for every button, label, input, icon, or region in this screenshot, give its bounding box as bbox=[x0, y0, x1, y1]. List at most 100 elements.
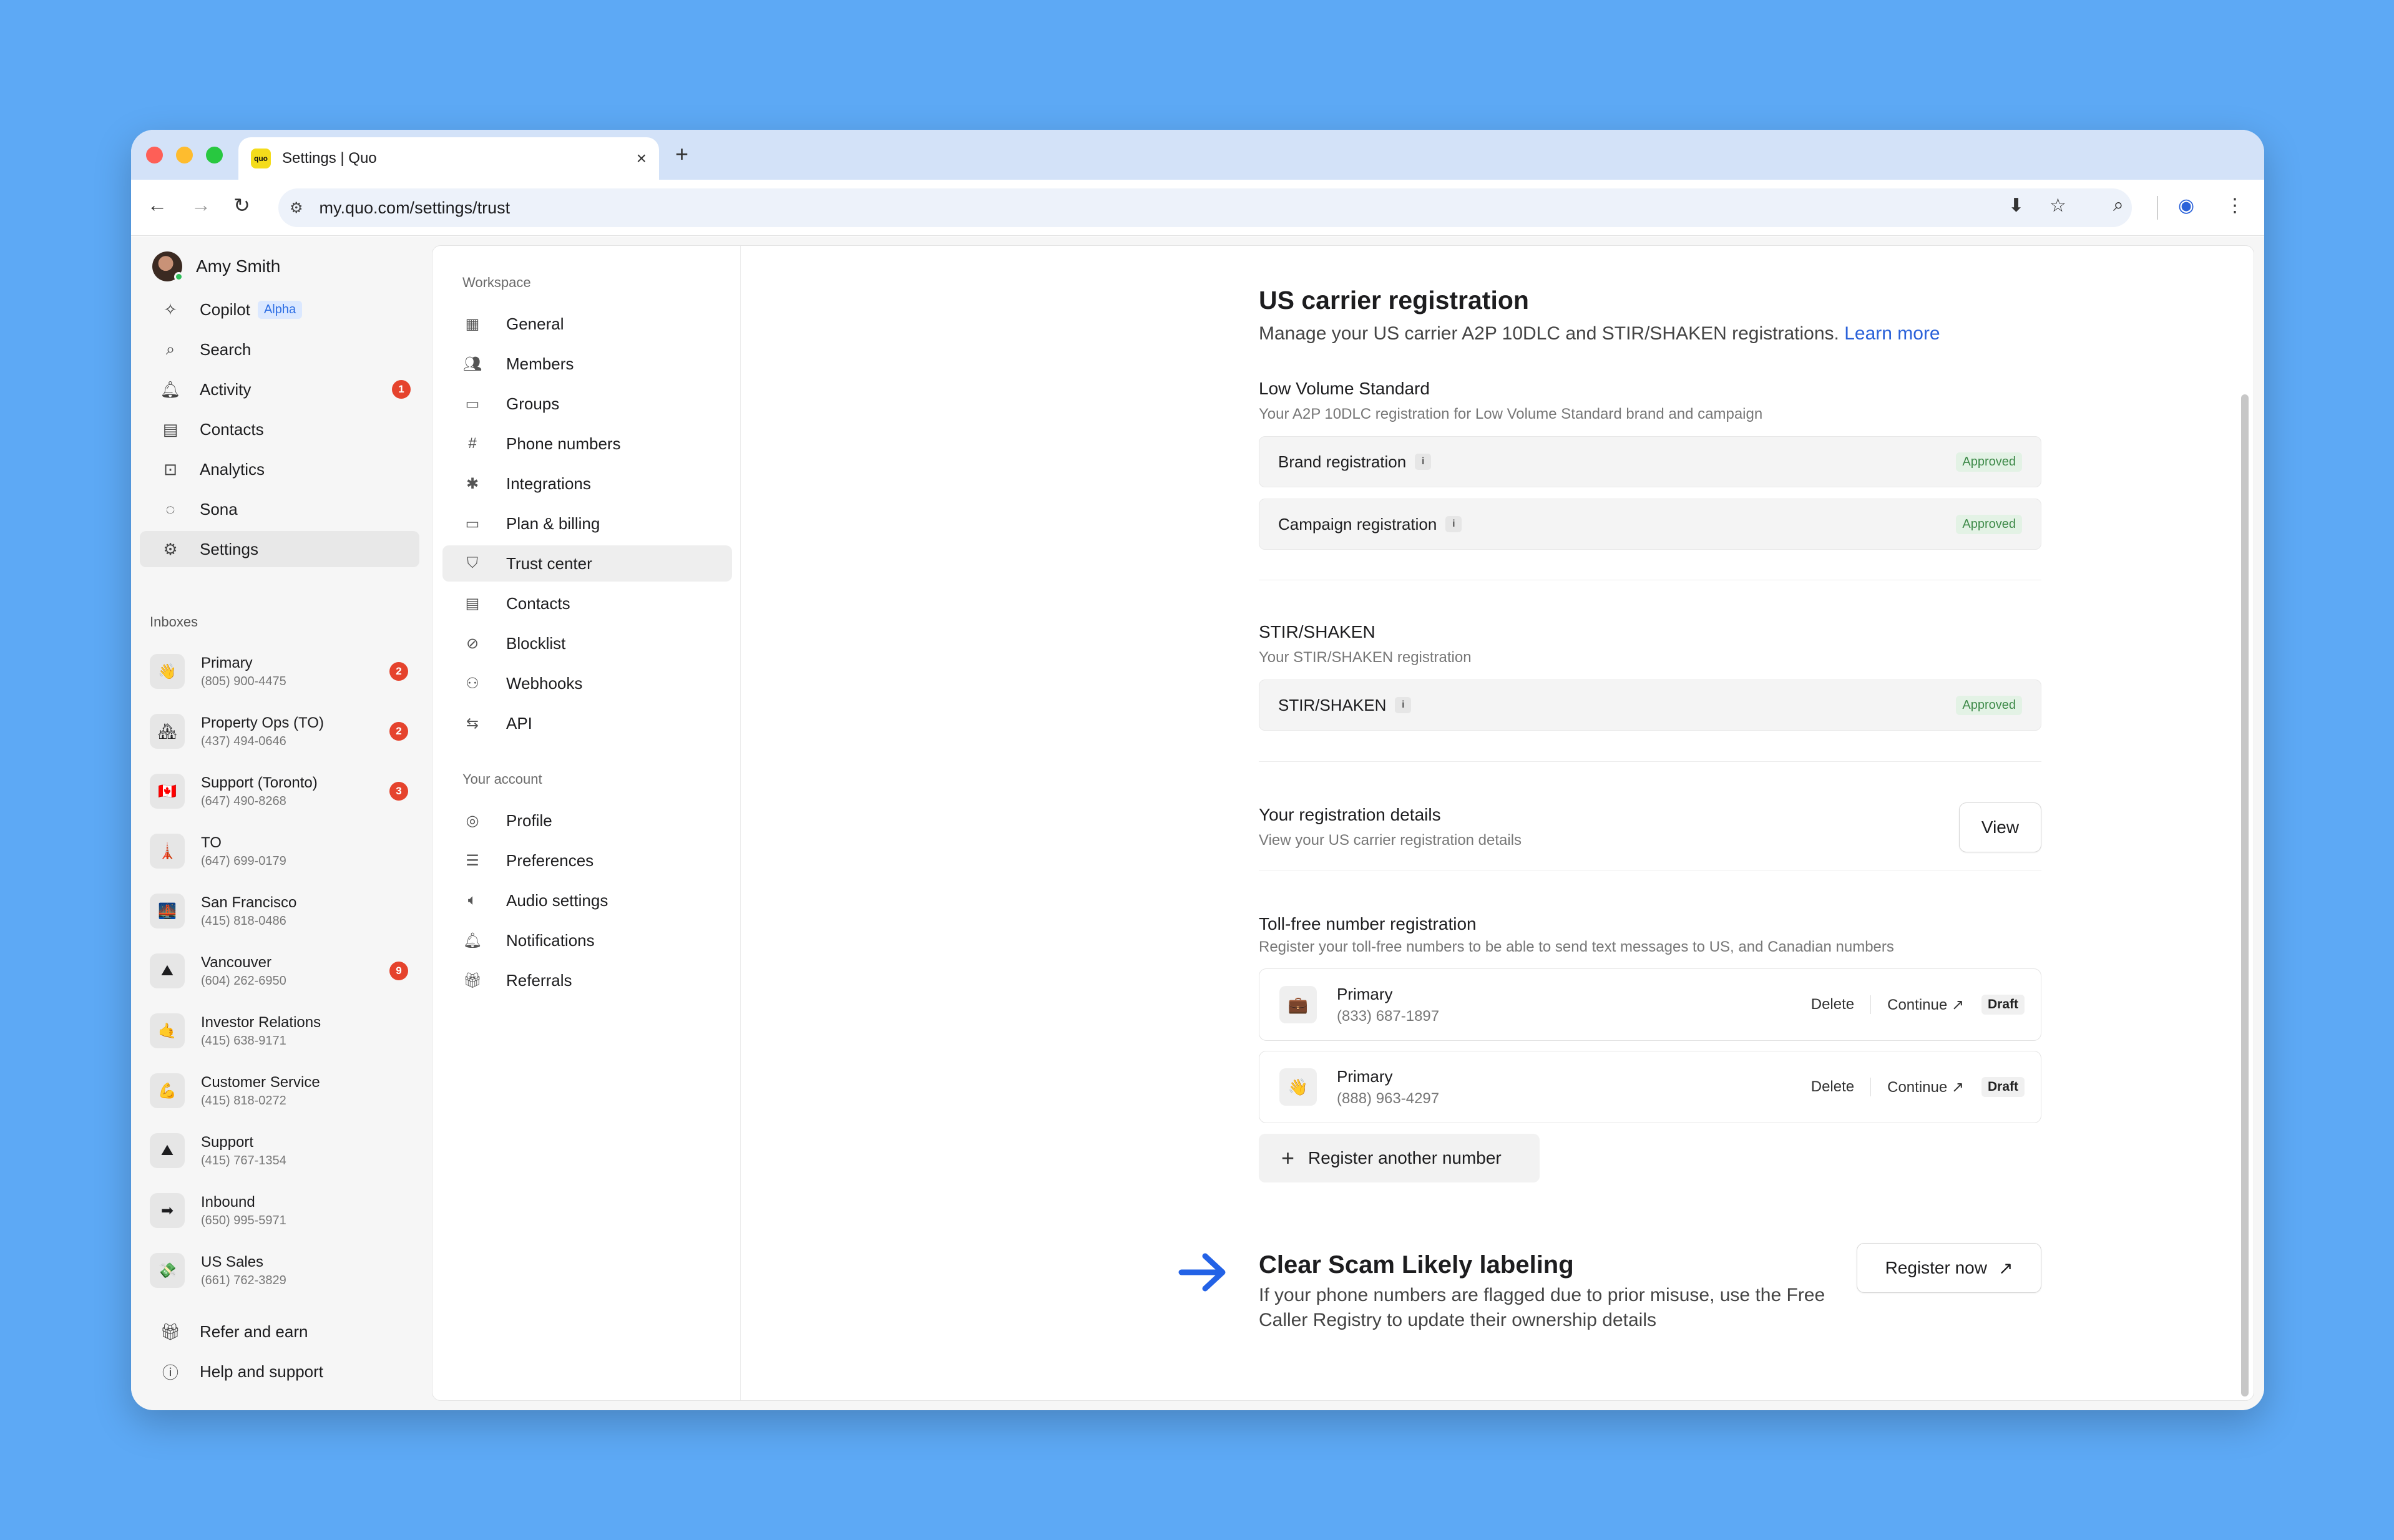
scrollbar[interactable] bbox=[2241, 394, 2249, 1396]
sidebar-item-search[interactable]: ⌕ Search bbox=[140, 331, 419, 368]
settings-item-preferences[interactable]: ☰ Preferences bbox=[442, 842, 732, 879]
install-app-icon[interactable]: ⬇ bbox=[2008, 195, 2024, 217]
inbox-item[interactable]: 🇨🇦 Support (Toronto) (647) 490-8268 3 bbox=[150, 765, 417, 817]
browser-window: quo Settings | Quo × + ← → ↻ ⚙ my.quo.co… bbox=[131, 130, 2264, 1410]
inbox-number: (805) 900-4475 bbox=[201, 674, 286, 688]
sidebar-item-sona[interactable]: ◌ Sona bbox=[140, 491, 419, 527]
stir-shaken-row[interactable]: STIR/SHAKEN i Approved bbox=[1259, 680, 2041, 731]
sidebar-item-label: Sona bbox=[200, 499, 238, 519]
tab-title: Settings | Quo bbox=[282, 150, 377, 167]
settings-item-api[interactable]: ⇆ API bbox=[442, 705, 732, 741]
alpha-badge: Alpha bbox=[257, 300, 303, 319]
settings-item-referrals[interactable]: 🎁︎ Referrals bbox=[442, 962, 732, 998]
inbox-item[interactable]: 👋 Primary (805) 900-4475 2 bbox=[150, 645, 417, 698]
inbox-emoji-icon: ⛰ bbox=[150, 953, 185, 988]
settings-item-contacts[interactable]: ▤ Contacts bbox=[442, 585, 732, 621]
inbox-item[interactable]: 🌉 San Francisco (415) 818-0486 bbox=[150, 885, 417, 937]
settings-item-label: Audio settings bbox=[506, 890, 608, 910]
forward-icon[interactable]: → bbox=[191, 193, 211, 217]
settings-item-integrations[interactable]: ✱ Integrations bbox=[442, 465, 732, 502]
settings-item-profile[interactable]: ◎ Profile bbox=[442, 802, 732, 839]
inbox-name: TO bbox=[201, 834, 222, 851]
maximize-window-button[interactable] bbox=[206, 147, 223, 163]
settings-item-plan-billing[interactable]: ▭ Plan & billing bbox=[442, 505, 732, 542]
stir-shaken-heading: STIR/SHAKEN bbox=[1259, 622, 1375, 641]
continue-button[interactable]: Continue ↗ bbox=[1887, 996, 1964, 1014]
settings-item-members[interactable]: 👥︎ Members bbox=[442, 346, 732, 382]
back-icon[interactable]: ← bbox=[147, 193, 167, 217]
settings-item-groups[interactable]: ▭ Groups bbox=[442, 386, 732, 422]
settings-item-blocklist[interactable]: ⊘ Blocklist bbox=[442, 625, 732, 661]
contacts-icon: ▤ bbox=[162, 419, 178, 439]
learn-more-link[interactable]: Learn more bbox=[1844, 323, 1940, 344]
low-volume-standard-desc: Your A2P 10DLC registration for Low Volu… bbox=[1259, 406, 1763, 422]
delete-button[interactable]: Delete bbox=[1811, 996, 1854, 1013]
inbox-item[interactable]: 💸 US Sales (661) 762-3829 bbox=[150, 1244, 417, 1297]
inbox-count-badge: 2 bbox=[389, 662, 408, 681]
sidebar-item-help-and-support[interactable]: ⓘ Help and support bbox=[140, 1353, 419, 1390]
inbox-emoji-icon: 🏘 bbox=[150, 714, 185, 749]
inbox-name: Support bbox=[201, 1133, 254, 1151]
reload-icon[interactable]: ↻ bbox=[233, 193, 250, 217]
info-icon[interactable]: i bbox=[1415, 454, 1432, 470]
inbox-emoji-icon: 🌉 bbox=[150, 894, 185, 928]
close-window-button[interactable] bbox=[146, 147, 163, 163]
more-menu-icon[interactable]: ⋮ bbox=[2225, 195, 2244, 217]
sliders-icon: ☰ bbox=[466, 852, 479, 869]
tab-search-icon[interactable]: ⌕ bbox=[2113, 195, 2124, 216]
site-settings-icon[interactable]: ⚙ bbox=[290, 199, 303, 217]
sidebar-item-settings[interactable]: ⚙ Settings bbox=[140, 531, 419, 567]
toolbar-divider bbox=[2157, 196, 2158, 220]
settings-item-general[interactable]: ▦ General bbox=[442, 306, 732, 342]
inbox-item[interactable]: ⛰ Vancouver (604) 262-6950 9 bbox=[150, 945, 417, 997]
sidebar-item-activity[interactable]: 🔔︎ Activity 1 bbox=[140, 371, 419, 407]
sidebar-item-analytics[interactable]: ⊡ Analytics bbox=[140, 451, 419, 487]
registration-details-desc: View your US carrier registration detail… bbox=[1259, 832, 1522, 849]
register-now-button[interactable]: Register now ↗ bbox=[1857, 1243, 2041, 1293]
info-icon[interactable]: i bbox=[1445, 516, 1462, 532]
brand-registration-row[interactable]: Brand registration i Approved bbox=[1259, 436, 2041, 487]
sidebar-item-contacts[interactable]: ▤ Contacts bbox=[140, 411, 419, 447]
settings-item-phone-numbers[interactable]: # Phone numbers bbox=[442, 426, 732, 462]
settings-item-webhooks[interactable]: ⚇ Webhooks bbox=[442, 665, 732, 701]
workspace-heading: Workspace bbox=[462, 275, 531, 290]
address-bar[interactable]: ⚙ my.quo.com/settings/trust bbox=[278, 188, 2132, 227]
settings-item-trust-center[interactable]: ⛉ Trust center bbox=[442, 545, 732, 582]
delete-button[interactable]: Delete bbox=[1811, 1078, 1854, 1096]
view-button[interactable]: View bbox=[1959, 802, 2041, 852]
sidebar-item-refer-and-earn[interactable]: 🎁︎ Refer and earn bbox=[140, 1313, 419, 1350]
inbox-item[interactable]: 🗼 TO (647) 699-0179 bbox=[150, 825, 417, 877]
inbox-item[interactable]: 🏘 Property Ops (TO) (437) 494-0646 2 bbox=[150, 705, 417, 758]
toll-free-number: (833) 687-1897 bbox=[1337, 1007, 1440, 1025]
url-text: my.quo.com/settings/trust bbox=[319, 198, 511, 217]
inbox-count-badge: 3 bbox=[389, 782, 408, 801]
settings-item-notifications[interactable]: 🔔︎ Notifications bbox=[442, 922, 732, 958]
minimize-window-button[interactable] bbox=[176, 147, 193, 163]
inbox-item[interactable]: ➡ Inbound (650) 995-5971 bbox=[150, 1184, 417, 1237]
campaign-registration-row[interactable]: Campaign registration i Approved bbox=[1259, 499, 2041, 550]
inbox-item[interactable]: ⛰ Support (415) 767-1354 bbox=[150, 1124, 417, 1177]
register-another-number-button[interactable]: + Register another number bbox=[1259, 1134, 1540, 1182]
inbox-item[interactable]: 💪 Customer Service (415) 818-0272 bbox=[150, 1065, 417, 1117]
your-account-heading: Your account bbox=[462, 771, 542, 787]
inbox-item[interactable]: 🤙 Investor Relations (415) 638-9171 bbox=[150, 1005, 417, 1057]
sidebar-item-copilot[interactable]: ✧ Copilot Alpha bbox=[140, 291, 419, 328]
close-tab-icon[interactable]: × bbox=[637, 149, 647, 168]
user-menu[interactable]: Amy Smith bbox=[152, 251, 280, 281]
browser-tab[interactable]: quo Settings | Quo × bbox=[238, 137, 659, 180]
info-icon[interactable]: i bbox=[1395, 697, 1412, 713]
continue-button[interactable]: Continue ↗ bbox=[1887, 1078, 1964, 1096]
inbox-name: Investor Relations bbox=[201, 1013, 321, 1031]
app-container: Amy Smith ✧ Copilot Alpha ⌕ Search 🔔︎ Ac… bbox=[131, 236, 2264, 1410]
register-another-label: Register another number bbox=[1308, 1148, 1502, 1167]
settings-item-audio-settings[interactable]: 🔈︎ Audio settings bbox=[442, 882, 732, 919]
bookmark-star-icon[interactable]: ☆ bbox=[2050, 195, 2066, 217]
settings-item-label: API bbox=[506, 713, 532, 733]
plus-icon: + bbox=[1281, 1145, 1295, 1171]
continue-label: Continue bbox=[1887, 1078, 1948, 1096]
left-sidebar: Amy Smith ✧ Copilot Alpha ⌕ Search 🔔︎ Ac… bbox=[131, 236, 431, 1410]
profile-icon[interactable]: ◉ bbox=[2178, 195, 2194, 217]
inbox-number: (415) 767-1354 bbox=[201, 1153, 286, 1167]
folder-icon: ▭ bbox=[465, 395, 480, 412]
new-tab-button[interactable]: + bbox=[675, 141, 688, 167]
